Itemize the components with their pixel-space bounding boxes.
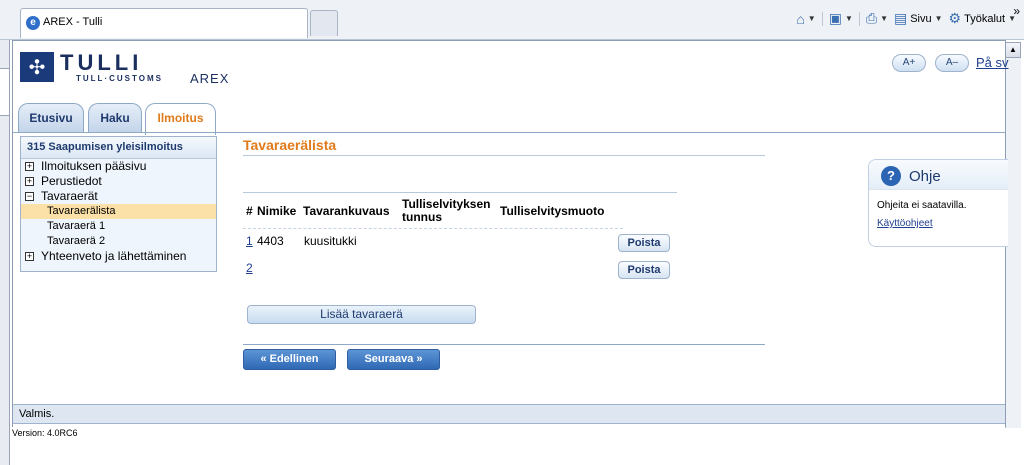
brand-subtitle: TULL·CUSTOMS xyxy=(76,74,163,83)
sidebar-item-tavaraerat[interactable]: − Tavaraerät xyxy=(21,189,216,204)
row-nimike: 4403 xyxy=(257,234,284,248)
expand-icon[interactable]: + xyxy=(25,252,34,261)
help-icon: ? xyxy=(881,166,901,186)
browser-tab-title: AREX - Tulli xyxy=(43,16,103,28)
font-increase-button[interactable]: A+ xyxy=(892,54,926,72)
delete-row-button[interactable]: Poista xyxy=(618,261,670,279)
table-row: 1 xyxy=(246,234,253,248)
feed-icon: ▣ xyxy=(828,10,842,26)
row-number-link[interactable]: 1 xyxy=(246,234,253,248)
help-text: Ohjeita ei saatavilla. xyxy=(877,200,967,211)
delete-row-button[interactable]: Poista xyxy=(618,234,670,252)
header-divider xyxy=(243,228,623,229)
sidebar-item-yhteenveto[interactable]: + Yhteenveto ja lähettäminen xyxy=(21,249,216,264)
sidebar-subitem-tavaraera-2[interactable]: Tavaraerä 2 xyxy=(21,234,216,249)
sidebar-subitem-tavaraera-1[interactable]: Tavaraerä 1 xyxy=(21,219,216,234)
column-header-tulliselvitysmuoto: Tulliselvitysmuoto xyxy=(500,204,605,218)
font-decrease-button[interactable]: A– xyxy=(935,54,969,72)
chevron-down-icon: ▼ xyxy=(844,14,853,23)
column-header-tulliselvityksen-tunnus: Tulliselvityksen tunnus xyxy=(402,197,491,224)
gear-icon: ⚙ xyxy=(948,10,962,26)
tab-ilmoitus[interactable]: Ilmoitus xyxy=(145,103,216,135)
row-number-link[interactable]: 2 xyxy=(246,261,253,275)
tools-menu-label: Työkalut xyxy=(964,12,1006,25)
status-text: Valmis. xyxy=(19,408,55,420)
page-icon: ▤ xyxy=(893,10,908,26)
column-header-number: # xyxy=(246,204,253,218)
tab-haku[interactable]: Haku xyxy=(88,103,142,133)
sidebar-item-label: Perustiedot xyxy=(41,174,102,188)
tulli-logo-icon: ✣ xyxy=(20,52,54,82)
sidebar-item-label: Ilmoituksen pääsivu xyxy=(41,159,147,173)
window-left-edge xyxy=(0,40,10,465)
toolbar-divider xyxy=(821,11,823,26)
column-header-nimike: Nimike xyxy=(257,204,297,218)
language-swedish-link[interactable]: På sv xyxy=(976,55,1009,70)
previous-button[interactable]: « Edellinen xyxy=(243,349,336,370)
status-bar: Valmis. xyxy=(13,404,1005,424)
toolbar-divider xyxy=(858,11,860,26)
collapse-icon[interactable]: − xyxy=(25,192,34,201)
ie-favicon-icon: e xyxy=(26,16,40,30)
sidebar-subitem-tavaraeralista[interactable]: Tavaraerälista xyxy=(21,204,216,219)
new-tab-button[interactable] xyxy=(310,10,338,36)
brand-title: TULLI xyxy=(60,50,143,75)
page-frame: ✣ TULLI TULL·CUSTOMS AREX A+ A– På sv Et… xyxy=(12,40,1009,427)
print-icon: ⎙ xyxy=(865,10,878,26)
help-header: ? Ohje xyxy=(869,160,1008,190)
title-divider xyxy=(243,155,765,156)
side-panel-handle[interactable] xyxy=(0,68,10,116)
expand-icon[interactable]: + xyxy=(25,162,34,171)
add-item-button[interactable]: Lisää tavaraerä xyxy=(247,305,476,324)
page-title: Tavaraerälista xyxy=(243,137,337,153)
help-title: Ohje xyxy=(909,168,941,185)
tab-divider xyxy=(13,132,1005,133)
home-icon: ⌂ xyxy=(796,10,805,27)
browser-tab[interactable]: e AREX - Tulli xyxy=(20,8,308,38)
chevron-down-icon: ▼ xyxy=(807,14,816,23)
feeds-button[interactable]: ▣ ▼ xyxy=(829,10,853,27)
toolbar-overflow-button[interactable]: » xyxy=(1013,4,1020,18)
sidebar-nav: 315 Saapumisen yleisilmoitus + Ilmoituks… xyxy=(20,136,217,272)
version-label: Version: 4.0RC6 xyxy=(12,428,78,438)
home-button[interactable]: ⌂ ▼ xyxy=(796,11,815,27)
table-row: 2 xyxy=(246,261,253,275)
footer-divider xyxy=(243,344,765,345)
sidebar-item-label: Tavaraerät xyxy=(41,189,98,203)
chevron-down-icon: ▼ xyxy=(880,14,888,23)
print-button[interactable]: ⎙ ▼ xyxy=(866,10,888,27)
sidebar-item-label: Yhteenveto ja lähettäminen xyxy=(41,249,187,263)
sidebar-heading: 315 Saapumisen yleisilmoitus xyxy=(21,137,216,159)
app-name: AREX xyxy=(190,71,230,86)
page-menu-button[interactable]: ▤ Sivu ▼ xyxy=(894,10,943,27)
page-menu-label: Sivu xyxy=(910,12,932,25)
tab-etusivu[interactable]: Etusivu xyxy=(18,103,84,133)
sidebar-item-paasivu[interactable]: + Ilmoituksen pääsivu xyxy=(21,159,216,174)
chevron-down-icon: ▼ xyxy=(934,14,943,23)
column-header-tavarankuvaus: Tavarankuvaus xyxy=(303,204,390,218)
browser-toolbar: e AREX - Tulli ⌂ ▼ ▣ ▼ ⎙ ▼ ▤ Sivu ▼ ⚙ Ty… xyxy=(0,0,1024,40)
table-top-divider xyxy=(243,192,677,193)
browser-command-bar: ⌂ ▼ ▣ ▼ ⎙ ▼ ▤ Sivu ▼ ⚙ Työkalut ▼ xyxy=(796,10,1016,27)
user-guide-link[interactable]: Käyttöohjeet xyxy=(877,218,933,229)
tools-menu-button[interactable]: ⚙ Työkalut ▼ xyxy=(949,10,1016,27)
row-tavarankuvaus: kuusitukki xyxy=(304,234,357,248)
expand-icon[interactable]: + xyxy=(25,177,34,186)
sidebar-item-perustiedot[interactable]: + Perustiedot xyxy=(21,174,216,189)
next-button[interactable]: Seuraava » xyxy=(347,349,440,370)
help-panel: ? Ohje Ohjeita ei saatavilla. Käyttöohje… xyxy=(868,159,1008,247)
